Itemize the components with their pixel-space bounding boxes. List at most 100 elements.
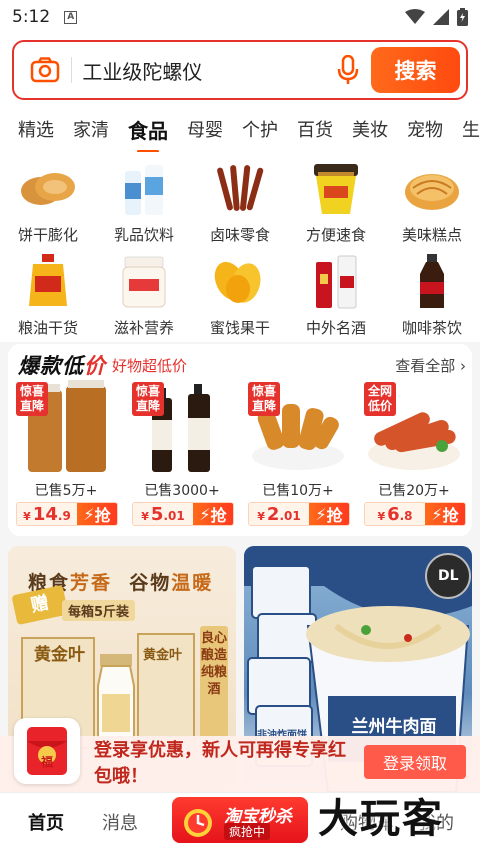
grab-button[interactable]: ⚡ 抢 xyxy=(77,503,117,525)
search-area: 搜索 xyxy=(0,34,480,106)
noodle-brand-label: 兰州牛肉面 xyxy=(351,717,437,737)
hot-deals-header: 爆款低价 好物超低价 查看全部 › xyxy=(18,352,466,378)
login-claim-button[interactable]: 登录领取 xyxy=(364,745,466,779)
status-time: 5:12 xyxy=(12,7,51,27)
tab-sheng[interactable]: 生 xyxy=(462,116,480,142)
biscuit-icon xyxy=(19,160,77,218)
gift-badge: 赠 xyxy=(11,584,69,626)
deal-price[interactable]: ¥14.9 ⚡ 抢 xyxy=(16,502,118,526)
deal-tag: 惊喜直降 xyxy=(132,382,164,416)
deal-sold: 已售10万+ xyxy=(262,483,334,499)
category-grid: 饼干膨化 乳品饮料 卤味零食 方便速食 美味糕点 粮油干货 滋补营养 蜜饯果干 … xyxy=(0,152,480,342)
tab-jingxuan[interactable]: 精选 xyxy=(18,116,54,142)
hot-deals-subtitle: 好物超低价 xyxy=(112,356,188,375)
liquor-icon xyxy=(307,253,365,311)
view-all-link[interactable]: 查看全部 › xyxy=(395,355,466,376)
pastry-icon xyxy=(403,160,461,218)
category-label: 乳品饮料 xyxy=(113,226,174,244)
category-label: 滋补营养 xyxy=(113,319,174,337)
category-tabs: 精选 家清 食品 母婴 个护 百货 美妆 宠物 生 xyxy=(0,106,480,152)
hot-deals-title: 爆款低价 xyxy=(18,354,106,378)
deal-price[interactable]: ¥5.01 ⚡ 抢 xyxy=(132,502,234,526)
deal-sold: 已售20万+ xyxy=(378,483,450,499)
lightning-icon: ⚡ xyxy=(83,504,95,524)
box-label: 每箱5斤装 xyxy=(62,600,136,621)
lightning-icon: ⚡ xyxy=(431,504,443,524)
promo-text: 登录享优惠，新人可再得专享红包哦！ xyxy=(94,740,346,787)
dl-logo: DL xyxy=(438,568,459,584)
nav-messages[interactable]: 消息 xyxy=(102,809,138,835)
app-root: 5:12 A 搜索 精选 家清 食品 母婴 个护 百货 美妆 宠物 xyxy=(0,0,480,853)
search-divider xyxy=(71,57,73,83)
category-milk[interactable]: 乳品饮料 xyxy=(96,160,192,253)
camera-icon[interactable] xyxy=(20,57,69,83)
deal-card-almonds[interactable]: 惊喜直降 已售5万+ ¥14.9 ⚡ 抢 xyxy=(10,380,122,530)
deal-price[interactable]: ¥2.01 ⚡ 抢 xyxy=(248,502,350,526)
category-label: 粮油干货 xyxy=(17,319,78,337)
grab-button[interactable]: ⚡ 抢 xyxy=(193,503,233,525)
status-right xyxy=(405,8,468,26)
tab-chongwu[interactable]: 宠物 xyxy=(407,116,443,142)
deal-tag: 全网低价 xyxy=(364,382,396,416)
tab-shipin[interactable]: 食品 xyxy=(128,115,168,144)
category-dried-fruit[interactable]: 蜜饯果干 xyxy=(192,253,288,346)
search-bar: 搜索 xyxy=(12,40,468,100)
tab-gehu[interactable]: 个护 xyxy=(242,116,278,142)
category-label: 中外名酒 xyxy=(305,319,366,337)
nav-flash-sale[interactable]: 淘宝秒杀 疯抢中 xyxy=(172,797,308,843)
category-snack[interactable]: 卤味零食 xyxy=(192,160,288,253)
deal-sold: 已售3000+ xyxy=(144,483,220,499)
brand-label-right: 黄金叶 xyxy=(143,648,183,663)
nav-home[interactable]: 首页 xyxy=(28,809,64,835)
category-instant[interactable]: 方便速食 xyxy=(288,160,384,253)
flash-sale-sub: 疯抢中 xyxy=(224,823,271,840)
category-oil[interactable]: 粮油干货 xyxy=(0,253,96,346)
hot-deals-section: 爆款低价 好物超低价 查看全部 › 惊喜直降 已售5万+ ¥14.9 ⚡ 抢 惊喜… xyxy=(8,344,472,536)
deal-card-sausage[interactable]: 全网低价 已售20万+ ¥6.8 ⚡ 抢 xyxy=(358,380,470,530)
search-input[interactable] xyxy=(82,58,332,82)
category-label: 饼干膨化 xyxy=(17,226,78,244)
category-pastry[interactable]: 美味糕点 xyxy=(384,160,480,253)
oil-icon xyxy=(19,253,77,311)
search-button[interactable]: 搜索 xyxy=(371,47,460,93)
deal-card-twist[interactable]: 惊喜直降 已售10万+ ¥2.01 ⚡ 抢 xyxy=(242,380,354,530)
tab-muying[interactable]: 母婴 xyxy=(187,116,223,142)
category-liquor[interactable]: 中外名酒 xyxy=(288,253,384,346)
deal-price[interactable]: ¥6.8 ⚡ 抢 xyxy=(364,502,466,526)
status-bar: 5:12 A xyxy=(0,0,480,34)
tab-baihuo[interactable]: 百货 xyxy=(297,116,333,142)
deal-sold: 已售5万+ xyxy=(34,483,98,499)
tab-jiaqing[interactable]: 家清 xyxy=(73,116,109,142)
category-label: 卤味零食 xyxy=(209,226,270,244)
watermark-text: 大玩客 xyxy=(318,796,444,842)
signal-icon xyxy=(433,9,449,25)
red-envelope-icon: 福 xyxy=(14,718,80,784)
coffee-icon xyxy=(403,253,461,311)
lightning-icon: ⚡ xyxy=(199,504,211,524)
snack-icon xyxy=(211,160,269,218)
grab-button[interactable]: ⚡ 抢 xyxy=(425,503,465,525)
category-label: 方便速食 xyxy=(305,226,366,244)
wifi-icon xyxy=(405,9,425,24)
envelope-fu: 福 xyxy=(40,755,53,769)
category-nutrition[interactable]: 滋补营养 xyxy=(96,253,192,346)
brand-label-left: 黄金叶 xyxy=(34,645,85,665)
category-biscuit[interactable]: 饼干膨化 xyxy=(0,160,96,253)
dried-fruit-icon xyxy=(211,253,269,311)
lightning-icon: ⚡ xyxy=(315,504,327,524)
tab-meizhuang[interactable]: 美妆 xyxy=(352,116,388,142)
category-label: 美味糕点 xyxy=(401,226,462,244)
category-label: 咖啡茶饮 xyxy=(401,319,462,337)
deal-card-soy-sauce[interactable]: 惊喜直降 已售3000+ ¥5.01 ⚡ 抢 xyxy=(126,380,238,530)
category-coffee[interactable]: 咖啡茶饮 xyxy=(384,253,480,346)
category-label: 蜜饯果干 xyxy=(209,319,270,337)
login-promo-bar: 福 登录享优惠，新人可再得专享红包哦！ 登录领取 xyxy=(0,718,480,792)
microphone-icon[interactable] xyxy=(331,55,365,85)
nutrition-icon xyxy=(115,253,173,311)
grab-button[interactable]: ⚡ 抢 xyxy=(309,503,349,525)
deal-tag: 惊喜直降 xyxy=(16,382,48,416)
instant-noodle-icon xyxy=(307,160,365,218)
alarm-clock-icon xyxy=(184,809,212,837)
deal-tag: 惊喜直降 xyxy=(248,382,280,416)
milk-icon xyxy=(115,160,173,218)
